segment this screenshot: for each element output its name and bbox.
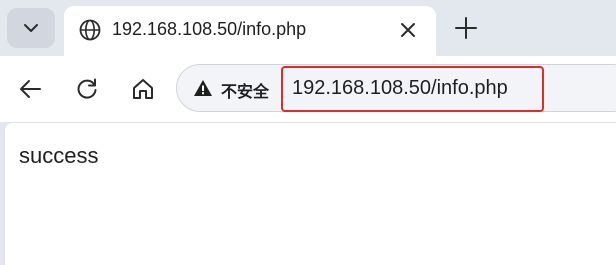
reload-icon[interactable] [74,76,100,102]
url-text[interactable]: 192.168.108.50/info.php [292,77,508,100]
home-icon[interactable] [130,76,156,102]
close-icon[interactable] [396,18,420,42]
tab-title: 192.168.108.50/info.php [112,19,307,39]
security-status-label[interactable]: 不安全 [221,78,269,102]
page-content: success [4,122,616,265]
new-tab-icon[interactable] [452,14,480,42]
back-arrow-icon[interactable] [18,76,44,102]
tab-strip: 192.168.108.50/info.php [0,0,616,56]
warning-icon[interactable] [193,78,213,98]
active-tab[interactable]: 192.168.108.50/info.php [64,6,436,56]
page-body-text: success [19,143,99,168]
globe-icon [79,19,101,41]
tab-search-button[interactable] [7,8,55,48]
chevron-down-icon [24,24,38,32]
